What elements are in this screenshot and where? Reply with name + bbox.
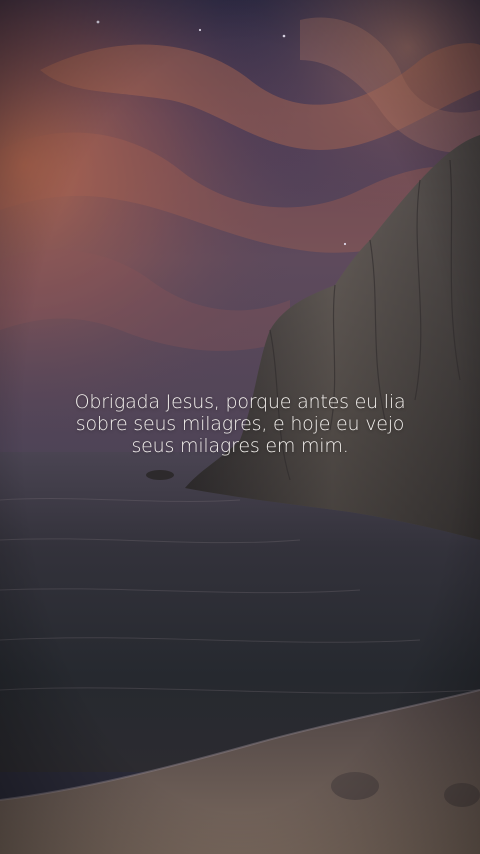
quote-line-2: sobre seus milagres, e hoje eu vejo <box>75 413 405 435</box>
quote-line-1: Obrigada Jesus, porque antes eu lia <box>74 391 406 413</box>
quote-caption: Obrigada Jesus, porque antes eu lia sobr… <box>20 391 460 457</box>
photo-background: Obrigada Jesus, porque antes eu lia sobr… <box>0 0 480 854</box>
quote-line-3: seus milagres em mim. <box>131 435 349 457</box>
